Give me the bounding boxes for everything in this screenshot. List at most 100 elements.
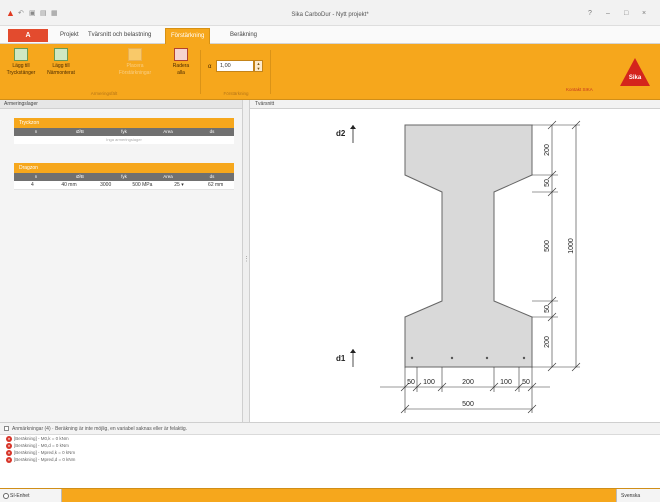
bottom-dimension-texts: 50 100 200 100 50 500: [407, 379, 530, 408]
tab-tvarsnitt[interactable]: Tvärsnitt och belastning: [88, 32, 151, 38]
delete-all-icon: [174, 48, 188, 61]
messages-panel: Anmärkningar (4) · Beräkning är inte möj…: [0, 422, 660, 488]
place-button[interactable]: Placera Förstärkningar: [118, 48, 152, 77]
sika-logo: [620, 58, 650, 86]
grid-header: n Ø/B fyk Area ds: [14, 173, 234, 181]
language-selector[interactable]: Svenska: [616, 489, 660, 502]
rebar-point: [522, 356, 526, 360]
dim-text-total-width: 500: [462, 401, 474, 408]
column-header[interactable]: fyk: [102, 128, 146, 136]
reinforcement-panel: Armeringslager Tryckzon n Ø/B fyk Area d…: [0, 100, 243, 422]
dim-text: 200: [544, 336, 551, 348]
cell-ds[interactable]: 62 mm: [197, 181, 234, 189]
factor-input[interactable]: [216, 60, 254, 72]
cross-section-drawing: d2 d1 200 50 500 50 200 1000 50 100 200 …: [336, 120, 581, 414]
window-title: Sika CarboDur - Nytt projekt*: [291, 12, 369, 18]
add-nsm-button[interactable]: Lägg till Närmonterat: [44, 48, 78, 77]
cell-area[interactable]: 3000: [87, 181, 124, 189]
panel-title: Armeringslager: [0, 100, 242, 109]
ribbon-separator: [200, 50, 201, 94]
message-text: [Beräkning] - Mpred,d = 0 kNm: [14, 457, 76, 462]
close-button[interactable]: ×: [642, 10, 646, 17]
file-menu-button[interactable]: A: [8, 29, 48, 42]
dim-text: 50: [544, 179, 551, 187]
grid-header: n Ø/B fyk Area ds: [14, 128, 234, 136]
language-label: Svenska: [621, 493, 641, 499]
message-item[interactable]: × [Beräkning] - M0,d = 0 kNm: [0, 442, 660, 449]
message-text: [Beräkning] - Mpred,k = 0 kNm: [14, 450, 76, 455]
ribbon-group-label: Armeringsfält: [90, 91, 118, 96]
add-nsm-label: Lägg till Närmonterat: [47, 63, 75, 76]
dim-text: 200: [462, 379, 474, 386]
table-row[interactable]: 4 40 mm 3000 500 MPa 25 ▾ 62 mm: [14, 181, 234, 190]
factor-spinner[interactable]: ▲ ▼: [254, 60, 263, 72]
place-label: Placera Förstärkningar: [118, 63, 152, 76]
place-icon: [128, 48, 142, 61]
message-text: [Beräkning] - M0,d = 0 kNm: [14, 443, 69, 448]
dim-text: 500: [544, 240, 551, 252]
factor-label: α: [208, 64, 212, 70]
column-header[interactable]: fyk: [102, 173, 146, 181]
column-header[interactable]: n: [14, 128, 58, 136]
add-strip-button[interactable]: Lägg till Tryckstänger: [4, 48, 38, 77]
column-header[interactable]: ds: [190, 128, 234, 136]
box-title: Dragzon: [14, 163, 234, 173]
dim-text: 100: [500, 379, 512, 386]
add-strip-label: Lägg till Tryckstänger: [6, 63, 36, 76]
help-button[interactable]: ?: [588, 10, 592, 17]
column-header[interactable]: Area: [146, 173, 190, 181]
dim-text: 50: [407, 379, 415, 386]
sika-logo-text: Sika: [628, 75, 642, 81]
cell-diameter[interactable]: 40 mm: [51, 181, 88, 189]
menu-bar: A Projekt Tvärsnitt och belastning Först…: [0, 26, 660, 44]
unit-label: SI-Enhet: [10, 493, 30, 499]
add-nsm-icon: [54, 48, 68, 61]
tension-zone-box: Dragzon n Ø/B fyk Area ds 4 40 mm 3000 5…: [14, 163, 234, 190]
minimize-button[interactable]: –: [606, 10, 610, 17]
rebar-point: [410, 356, 414, 360]
ribbon: Lägg till Tryckstänger Lägg till Närmont…: [0, 44, 660, 100]
tab-berakning[interactable]: Beräkning: [230, 32, 257, 38]
column-header[interactable]: Ø/B: [58, 173, 102, 181]
message-item[interactable]: × [Beräkning] - M0,k = 0 kNm: [0, 435, 660, 442]
tab-projekt[interactable]: Projekt: [60, 32, 79, 38]
delete-all-button[interactable]: Radera alla: [164, 48, 198, 77]
ribbon-group-label: Förstärkning: [223, 91, 249, 96]
cell-count[interactable]: 4: [14, 181, 51, 189]
dim-text: 50: [522, 379, 530, 386]
i-beam-section: [404, 124, 533, 368]
empty-grid-text: Inga armeringslager: [106, 137, 142, 142]
panel-title: Tvärsnitt: [250, 100, 660, 109]
status-bar: SI-Enhet Svenska: [0, 488, 660, 502]
maximize-button[interactable]: □: [624, 10, 628, 17]
dim-text: 200: [544, 144, 551, 156]
unit-selector[interactable]: SI-Enhet: [0, 489, 62, 502]
contact-link[interactable]: Kontakt SIKA: [566, 87, 593, 92]
title-bar: ▲ ↶ ▣ ▤ ▦ Sika CarboDur - Nytt projekt* …: [0, 0, 660, 26]
ribbon-separator: [270, 50, 271, 94]
column-header[interactable]: Area: [146, 128, 190, 136]
messages-toggle-checkbox[interactable]: [4, 426, 9, 431]
rebar-point: [485, 356, 489, 360]
messages-header: Anmärkningar (4) · Beräkning är inte möj…: [0, 423, 660, 435]
message-item[interactable]: × [Beräkning] - Mpred,d = 0 kNm: [0, 456, 660, 463]
radio-icon: [3, 493, 9, 499]
cell-dropdown[interactable]: 25 ▾: [161, 181, 198, 189]
dim-text: 50: [544, 305, 551, 313]
error-icon: ×: [6, 457, 12, 463]
cell-fyk[interactable]: 500 MPa: [124, 181, 161, 189]
compression-zone-box: Tryckzon n Ø/B fyk Area ds Inga armering…: [14, 118, 234, 144]
rebar-point: [450, 356, 454, 360]
d2-label: d2: [336, 129, 346, 138]
add-strip-icon: [14, 48, 28, 61]
dim-text: 100: [423, 379, 435, 386]
tab-forstarkning[interactable]: Förstärkning: [165, 28, 211, 44]
box-title: Tryckzon: [14, 118, 234, 128]
cross-section-panel: Tvärsnitt d2 d1 200 50 500 50 200 1000 5…: [249, 100, 660, 422]
column-header[interactable]: n: [14, 173, 58, 181]
delete-all-label: Radera alla: [172, 63, 190, 76]
message-item[interactable]: × [Beräkning] - Mpred,k = 0 kNm: [0, 449, 660, 456]
message-text: [Beräkning] - M0,k = 0 kNm: [14, 436, 69, 441]
column-header[interactable]: Ø/B: [58, 128, 102, 136]
column-header[interactable]: ds: [190, 173, 234, 181]
